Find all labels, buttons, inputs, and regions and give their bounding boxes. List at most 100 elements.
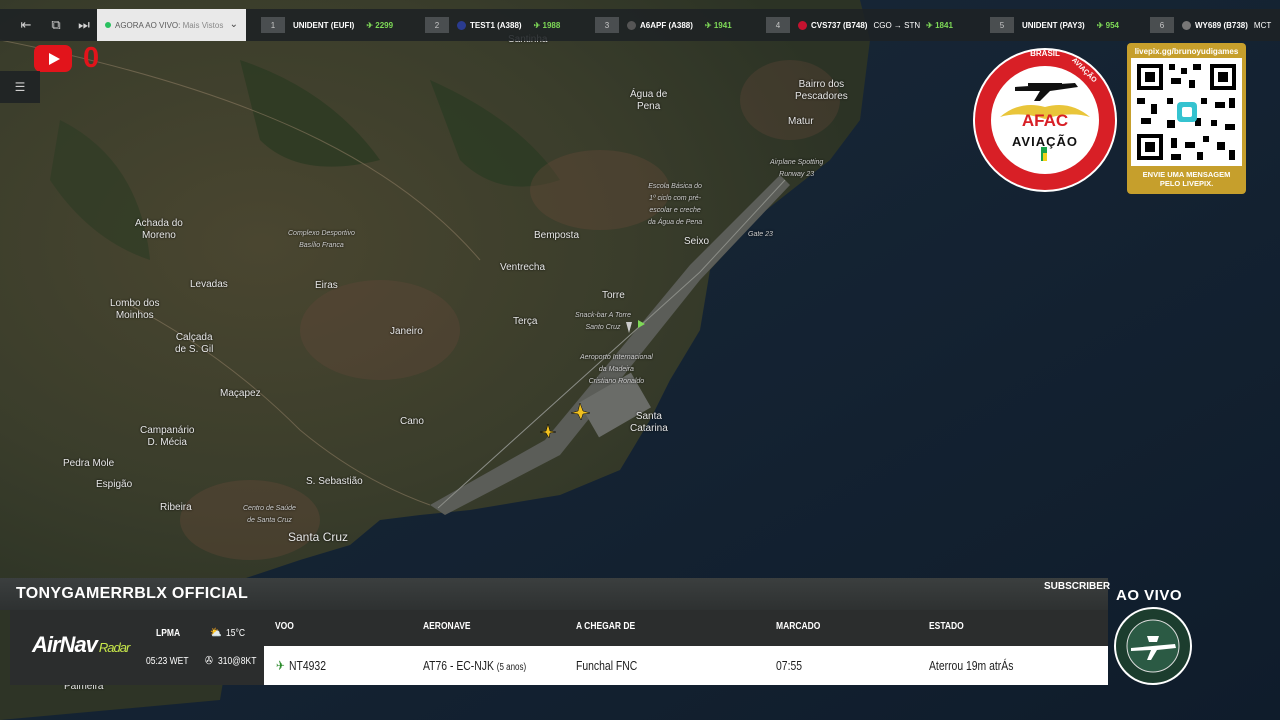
airnav-brand: AirNav	[32, 632, 98, 657]
window-icon[interactable]: ⧉	[42, 9, 70, 41]
place-ventrecha: Ventrecha	[500, 262, 546, 273]
place-campanario: Campanário D. Mécia	[140, 425, 195, 448]
place-bemposta: Bemposta	[534, 230, 580, 241]
col-header-scheduled: MARCADO	[776, 621, 821, 632]
channel-name: TONYGAMERRBLX OFFICIAL	[16, 585, 249, 602]
cell-aircraft: AT76 - EC-NJK (5 anos)	[423, 658, 526, 673]
slot-number: 6	[1150, 17, 1174, 33]
col-header-flight: VOO	[275, 621, 294, 632]
place-santa-cruz: Santa Cruz	[288, 530, 349, 544]
airline-logo-icon	[1182, 20, 1191, 30]
table-row[interactable]: ✈ NT4932 AT76 - EC-NJK (5 anos) Funchal …	[264, 646, 1108, 685]
col-header-status: ESTADO	[929, 621, 964, 632]
slot-extra: MCT	[1253, 20, 1272, 30]
livepix-card[interactable]: livepix.gg/brunoyudigames ENVIE UMA MENS…	[1127, 43, 1246, 194]
slot-callsign: TEST1 (A388)	[470, 20, 522, 30]
collapse-icon[interactable]: ⇤	[12, 9, 40, 41]
poi-snack-bar: Snack-bar A Torre Santo Cruz	[575, 312, 632, 331]
place-santa-catarina: Santa Catarina	[630, 411, 668, 434]
airline-logo-icon	[627, 20, 636, 30]
poi-complexo: Complexo Desportivo Basílio Franca	[288, 230, 355, 249]
live-label: AGORA AO VIVO:	[115, 20, 181, 30]
airnav-radar: Radar	[98, 640, 130, 655]
aircraft-age: (5 anos)	[496, 662, 527, 673]
afac-top: BRASIL	[1030, 49, 1060, 58]
slot-route: CGO → STN	[873, 20, 921, 30]
slot-number: 1	[261, 17, 285, 33]
cell-scheduled: 07:55	[776, 658, 803, 673]
place-cano: Cano	[400, 416, 424, 427]
place-bairro-pescadores: Bairro dos Pescadores	[795, 79, 848, 102]
poi-gate: Gate 23	[748, 231, 773, 238]
livepix-message: ENVIE UMA MENSAGEM PELO LIVEPIX.	[1142, 170, 1231, 188]
slot-number: 3	[595, 17, 619, 33]
chevron-down-icon: ⌄	[229, 19, 238, 30]
cell-status: Aterrou 19m atrÁs	[929, 658, 1014, 673]
place-pedra-mole: Pedra Mole	[63, 458, 115, 469]
livepix-url: livepix.gg/brunoyudigames	[1134, 47, 1239, 56]
wind-icon: ✇	[205, 655, 213, 667]
slot-callsign: CVS737 (B748)	[811, 20, 868, 30]
youtube-icon[interactable]	[34, 45, 72, 72]
place-s-sebastiao: S. Sebastião	[306, 476, 363, 487]
live-dot-icon	[105, 22, 111, 28]
flight-slot-5[interactable]: 5 UNIDENT (PAY3) 954	[990, 15, 1119, 35]
local-time: 05:23 WET	[146, 656, 189, 667]
place-lombo-moinhos: Lombo dos Moinhos	[110, 298, 160, 321]
slot-number: 2	[425, 17, 449, 33]
col-header-aircraft: AERONAVE	[423, 621, 471, 632]
afac-sub: AVIAÇÃO	[1012, 134, 1078, 149]
place-seixo: Seixo	[684, 236, 710, 247]
layers-icon[interactable]: ☰	[0, 71, 40, 103]
youtube-count: 0	[83, 42, 100, 74]
slot-altitude: 2299	[366, 21, 393, 30]
weather-icon: ⛅	[210, 627, 222, 639]
slot-altitude: 1988	[534, 21, 561, 30]
poi-escola: Escola Básica do 1º ciclo com pré- escol…	[648, 183, 703, 226]
cell-from: Funchal FNC	[576, 658, 638, 673]
slot-callsign: WY689 (B738)	[1195, 20, 1248, 30]
live-mode: Mais Vistos	[182, 20, 224, 30]
slot-number: 4	[766, 17, 790, 33]
slot-callsign: UNIDENT (EUFI)	[293, 20, 355, 30]
slot-callsign: UNIDENT (PAY3)	[1022, 20, 1085, 30]
subscriber-label: SUBSCRIBER	[1044, 581, 1111, 592]
slot-altitude: 1841	[926, 21, 953, 30]
flight-slot-6[interactable]: 6 WY689 (B738) MCT	[1150, 15, 1271, 35]
place-matur: Matur	[788, 116, 814, 127]
place-torre: Torre	[602, 290, 625, 301]
afac-badge: AFAC AVIAÇÃO BRASIL AVIAÇÃO	[970, 45, 1120, 195]
place-ribeira: Ribeira	[160, 502, 192, 513]
place-levadas: Levadas	[190, 279, 228, 290]
airnav-logo: AirNav Radar	[32, 632, 130, 658]
airline-logo-icon	[798, 20, 807, 30]
qr-code-icon	[1131, 58, 1242, 166]
flight-slot-1[interactable]: 1 UNIDENT (EUFI) 2299	[261, 15, 393, 35]
place-achada-moreno: Achada do Moreno	[135, 218, 183, 241]
airport-code: LPMA	[156, 628, 181, 639]
cell-flight: NT4932	[289, 658, 326, 673]
slot-callsign: A6APF (A388)	[640, 20, 693, 30]
slot-altitude: 954	[1097, 21, 1119, 30]
skip-icon[interactable]: ⏭	[70, 9, 98, 41]
place-terca: Terça	[513, 316, 538, 327]
poi-centro-saude: Centro de Saúde de Santa Cruz	[243, 505, 296, 524]
place-espigao: Espigão	[96, 479, 133, 490]
live-label: AO VIVO	[1116, 587, 1183, 604]
channel-strip: TONYGAMERRBLX OFFICIAL SUBSCRIBER	[0, 578, 1111, 610]
wind: 310@8KT	[218, 656, 257, 667]
flight-slot-2[interactable]: 2 TEST1 (A388) 1988	[425, 15, 560, 35]
temperature: 15°C	[226, 628, 245, 639]
channel-emblem-icon	[1113, 606, 1193, 686]
flight-slot-4[interactable]: 4 CVS737 (B748) CGO → STN 1841	[766, 15, 953, 35]
aircraft-type-reg: AT76 - EC-NJK	[423, 658, 494, 673]
arrival-icon: ✈	[276, 658, 285, 673]
afac-name: AFAC	[1021, 111, 1069, 130]
airport-info: AirNav Radar LPMA 05:23 WET ⛅ 15°C ✇ 310@…	[10, 610, 1108, 685]
slot-number: 5	[990, 17, 1014, 33]
flight-info-panel: TONYGAMERRBLX OFFICIAL SUBSCRIBER AirNav…	[0, 578, 1111, 690]
flight-slot-3[interactable]: 3 A6APF (A388) 1941	[595, 15, 732, 35]
top-bar: ⇤ ⧉ ⏭ AGORA AO VIVO: Mais Vistos ⌄ 1 UNI…	[0, 9, 1280, 41]
live-mode-dropdown[interactable]: AGORA AO VIVO: Mais Vistos ⌄	[97, 9, 246, 41]
slot-altitude: 1941	[705, 21, 732, 30]
